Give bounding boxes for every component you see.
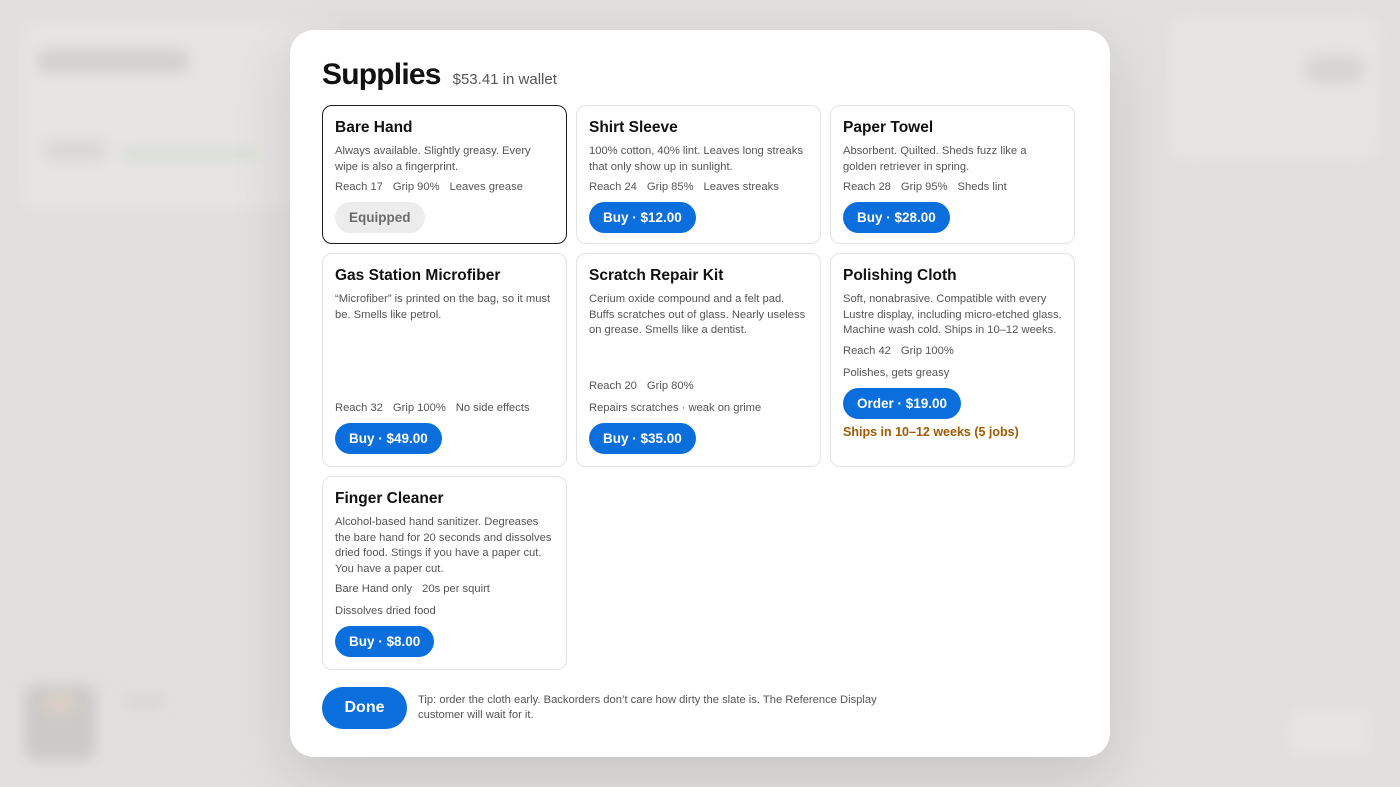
supply-card-finger-cleaner: Finger Cleaner Alcohol-based hand saniti… bbox=[322, 476, 567, 670]
stat-effect: Leaves grease bbox=[449, 181, 523, 193]
equipped-button[interactable]: Equipped bbox=[335, 202, 425, 233]
supply-actions: Buy · $28.00 bbox=[843, 202, 1062, 233]
supply-card-shirt-sleeve: Shirt Sleeve 100% cotton, 40% lint. Leav… bbox=[576, 105, 821, 244]
stat-reach: Reach 32 bbox=[335, 402, 383, 414]
supply-description: Alcohol-based hand sanitizer. Degreases … bbox=[335, 516, 552, 575]
supply-effect: Polishes, gets greasy bbox=[843, 366, 950, 379]
supply-actions: Order · $19.00 Ships in 10–12 weeks (5 j… bbox=[843, 387, 1062, 445]
buy-scratch-repair-kit-button[interactable]: Buy · $35.00 bbox=[589, 423, 696, 454]
supply-stats: Reach 28 Grip 95% Sheds lint bbox=[843, 181, 1062, 193]
supply-description: 100% cotton, 40% lint. Leaves long strea… bbox=[589, 145, 803, 173]
supply-effect: Dissolves dried food bbox=[335, 605, 436, 617]
supply-card-bare-hand: Bare Hand Always available. Slightly gre… bbox=[322, 105, 567, 244]
stat-reach: Reach 17 bbox=[335, 181, 383, 193]
order-polishing-cloth-button[interactable]: Order · $19.00 bbox=[843, 387, 962, 419]
stat-reach: Reach 42 bbox=[843, 344, 891, 357]
supply-card-gas-station-microfiber: Gas Station Microfiber “Microfiber” is p… bbox=[322, 253, 567, 467]
supply-name: Bare Hand bbox=[335, 119, 413, 136]
supplies-grid: Bare Hand Always available. Slightly gre… bbox=[322, 105, 1075, 670]
supply-actions: Buy · $49.00 bbox=[335, 423, 554, 454]
done-button[interactable]: Done bbox=[322, 687, 407, 729]
stat-effect: Leaves streaks bbox=[703, 181, 779, 193]
modal-header: Supplies $53.41 in wallet bbox=[322, 58, 557, 92]
stat-grip: Grip 100% bbox=[392, 402, 446, 414]
stat-duration: 20s per squirt bbox=[422, 583, 490, 595]
supply-name: Gas Station Microfiber bbox=[335, 267, 501, 284]
supply-stats: Reach 24 Grip 85% Leaves streaks bbox=[589, 181, 808, 193]
supply-card-scratch-repair-kit: Scratch Repair Kit Cerium oxide compound… bbox=[576, 253, 821, 467]
buy-shirt-sleeve-button[interactable]: Buy · $12.00 bbox=[589, 202, 696, 233]
shipping-note: Ships in 10–12 weeks (5 jobs) bbox=[843, 424, 1019, 439]
stat-grip: Grip 90% bbox=[392, 181, 440, 193]
stat-reach: Reach 20 bbox=[589, 380, 637, 392]
buy-paper-towel-button[interactable]: Buy · $28.00 bbox=[843, 202, 950, 233]
supply-description: Absorbent. Quilted. Sheds fuzz like a go… bbox=[843, 145, 1027, 173]
stat-grip: Grip 100% bbox=[900, 344, 954, 357]
supply-name: Paper Towel bbox=[843, 119, 934, 136]
stat-grip: Grip 95% bbox=[900, 181, 948, 193]
stat-effect: No side effects bbox=[455, 402, 530, 414]
stat-grip: Grip 85% bbox=[646, 181, 694, 193]
supply-description: Always available. Slightly greasy. Every… bbox=[335, 145, 531, 173]
supply-name: Scratch Repair Kit bbox=[589, 267, 724, 284]
supply-description: Cerium oxide compound and a felt pad. Bu… bbox=[589, 293, 806, 336]
supply-name: Shirt Sleeve bbox=[589, 119, 678, 136]
stat-reach: Reach 28 bbox=[843, 181, 891, 193]
supply-card-polishing-cloth: Polishing Cloth Soft, nonabrasive. Compa… bbox=[830, 253, 1075, 467]
stat-reach: Reach 24 bbox=[589, 181, 637, 193]
supply-actions: Equipped bbox=[335, 202, 554, 233]
stat-effect: Sheds lint bbox=[957, 181, 1007, 193]
supply-description: Soft, nonabrasive. Compatible with every… bbox=[843, 293, 1062, 336]
supply-description: “Microfiber” is printed on the bag, so i… bbox=[335, 293, 551, 321]
supply-stats: Reach 42 Grip 100% bbox=[843, 345, 1062, 357]
supply-stats: Reach 20 Grip 80% bbox=[589, 380, 808, 392]
buy-microfiber-button[interactable]: Buy · $49.00 bbox=[335, 423, 442, 454]
stat-requirement: Bare Hand only bbox=[335, 583, 413, 595]
wallet-balance: $53.41 in wallet bbox=[452, 71, 557, 88]
modal-title: Supplies bbox=[322, 58, 441, 91]
stat-grip: Grip 80% bbox=[646, 380, 694, 392]
supply-effect: Repairs scratches · weak on grime bbox=[589, 402, 762, 414]
supply-stats: Reach 17 Grip 90% Leaves grease bbox=[335, 181, 554, 193]
buy-finger-cleaner-button[interactable]: Buy · $8.00 bbox=[335, 626, 435, 657]
supply-actions: Buy · $12.00 bbox=[589, 202, 808, 233]
supply-actions: Buy · $8.00 bbox=[335, 626, 554, 657]
supply-name: Polishing Cloth bbox=[843, 267, 957, 284]
supply-stats: Reach 32 Grip 100% No side effects bbox=[335, 402, 554, 414]
supply-name: Finger Cleaner bbox=[335, 490, 444, 507]
supply-stats: Bare Hand only 20s per squirt bbox=[335, 583, 554, 595]
modal-footer: Done Tip: order the cloth early. Backord… bbox=[322, 687, 878, 729]
supply-card-paper-towel: Paper Towel Absorbent. Quilted. Sheds fu… bbox=[830, 105, 1075, 244]
supplies-modal: Supplies $53.41 in wallet Bare Hand Alwa… bbox=[290, 30, 1110, 757]
supply-actions: Buy · $35.00 bbox=[589, 423, 808, 454]
tip-text: Tip: order the cloth early. Backorders d… bbox=[418, 693, 877, 722]
